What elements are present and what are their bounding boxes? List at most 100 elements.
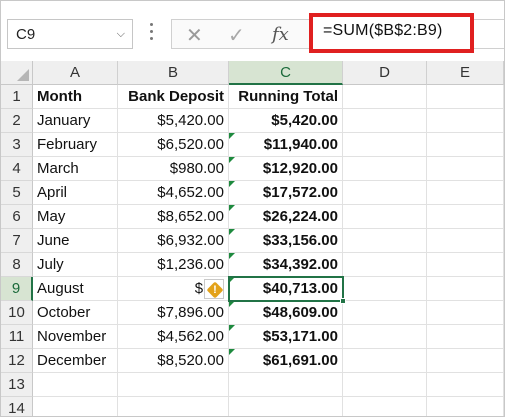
empty-cell[interactable] [427,109,504,133]
column-header-c[interactable]: C [229,61,343,85]
row-header-5[interactable]: 5 [1,181,33,205]
deposit-cell[interactable]: $7,896.00 [118,301,229,325]
running-total-cell[interactable]: $33,156.00 [229,229,343,253]
deposit-cell[interactable]: $980.00 [118,157,229,181]
header-cell-month[interactable]: Month [33,85,118,109]
empty-cell[interactable] [427,349,504,373]
header-cell-deposit[interactable]: Bank Deposit [118,85,229,109]
row-header-14[interactable]: 14 [1,397,33,416]
empty-cell[interactable] [229,397,343,416]
running-total-cell[interactable]: $5,420.00 [229,109,343,133]
empty-cell[interactable] [118,397,229,416]
row-header-12[interactable]: 12 [1,349,33,373]
chevron-down-icon[interactable]: ⌵ [117,28,125,41]
month-cell[interactable]: August [33,277,118,301]
column-header-b[interactable]: B [118,61,229,85]
empty-cell[interactable] [118,373,229,397]
row-header-8[interactable]: 8 [1,253,33,277]
running-total-cell[interactable]: $26,224.00 [229,205,343,229]
check-icon[interactable]: ✓ [228,23,245,48]
column-header-a[interactable]: A [33,61,118,85]
column-header-e[interactable]: E [427,61,504,85]
close-icon[interactable]: ✕ [186,23,203,48]
month-cell[interactable]: March [33,157,118,181]
month-cell[interactable]: February [33,133,118,157]
empty-cell[interactable] [427,253,504,277]
empty-cell[interactable] [427,325,504,349]
running-total-cell[interactable]: $12,920.00 [229,157,343,181]
empty-cell[interactable] [343,109,427,133]
row-header-9[interactable]: 9 [1,277,33,301]
empty-cell[interactable] [343,397,427,416]
cell-e1[interactable] [427,85,504,109]
empty-cell[interactable] [343,133,427,157]
empty-cell[interactable] [343,205,427,229]
month-cell[interactable]: April [33,181,118,205]
empty-cell[interactable] [343,229,427,253]
deposit-cell[interactable]: $4,562.00 [118,325,229,349]
formula-bar-extension[interactable] [474,19,504,49]
deposit-cell[interactable]: $1,236.00 [118,253,229,277]
running-total-cell[interactable]: $61,691.00 [229,349,343,373]
empty-cell[interactable] [343,277,427,301]
empty-cell[interactable] [427,229,504,253]
empty-cell[interactable] [427,181,504,205]
running-total-cell[interactable]: $40,713.00 [229,277,343,301]
empty-cell[interactable] [343,349,427,373]
empty-cell[interactable] [427,373,504,397]
empty-cell[interactable] [427,133,504,157]
name-box[interactable]: C9 ⌵ [7,19,133,49]
drag-handle-icon[interactable] [149,23,155,45]
month-cell[interactable]: May [33,205,118,229]
deposit-cell[interactable]: $8,652.00 [118,205,229,229]
empty-cell[interactable] [343,373,427,397]
month-cell[interactable]: December [33,349,118,373]
row-header-1[interactable]: 1 [1,85,33,109]
deposit-cell[interactable]: $4,652.00 [118,181,229,205]
empty-cell[interactable] [33,397,118,416]
empty-cell[interactable] [427,277,504,301]
deposit-cell[interactable]: $6,932.00 [118,229,229,253]
deposit-cell[interactable]: $5,420.00 [118,109,229,133]
empty-cell[interactable] [427,205,504,229]
running-total-cell[interactable]: $48,609.00 [229,301,343,325]
row-header-3[interactable]: 3 [1,133,33,157]
row-header-4[interactable]: 4 [1,157,33,181]
column-header-d[interactable]: D [343,61,427,85]
error-indicator-icon [229,181,235,187]
empty-cell[interactable] [343,325,427,349]
month-cell[interactable]: July [33,253,118,277]
empty-cell[interactable] [343,301,427,325]
empty-cell[interactable] [229,373,343,397]
cell-d1[interactable] [343,85,427,109]
row-header-2[interactable]: 2 [1,109,33,133]
empty-cell[interactable] [427,157,504,181]
row-header-10[interactable]: 10 [1,301,33,325]
row-header-11[interactable]: 11 [1,325,33,349]
function-icon[interactable]: fx [272,24,289,45]
formula-input[interactable]: =SUM($B$2:B9) [309,13,474,53]
empty-cell[interactable] [427,397,504,416]
month-cell[interactable]: November [33,325,118,349]
running-total-cell[interactable]: $34,392.00 [229,253,343,277]
running-total-cell[interactable]: $53,171.00 [229,325,343,349]
row-header-7[interactable]: 7 [1,229,33,253]
empty-cell[interactable] [343,157,427,181]
empty-cell[interactable] [343,253,427,277]
header-cell-running-total[interactable]: Running Total [229,85,343,109]
error-indicator-icon [229,277,235,283]
month-cell[interactable]: June [33,229,118,253]
empty-cell[interactable] [427,301,504,325]
deposit-cell[interactable]: $6,520.00 [118,133,229,157]
running-total-cell[interactable]: $17,572.00 [229,181,343,205]
row-header-6[interactable]: 6 [1,205,33,229]
running-total-cell[interactable]: $11,940.00 [229,133,343,157]
deposit-cell[interactable]: $8,520.00 [118,349,229,373]
empty-cell[interactable] [33,373,118,397]
month-cell[interactable]: October [33,301,118,325]
row-header-13[interactable]: 13 [1,373,33,397]
warning-icon[interactable]: ! [204,279,224,299]
month-cell[interactable]: January [33,109,118,133]
select-all-button[interactable] [1,61,33,85]
empty-cell[interactable] [343,181,427,205]
